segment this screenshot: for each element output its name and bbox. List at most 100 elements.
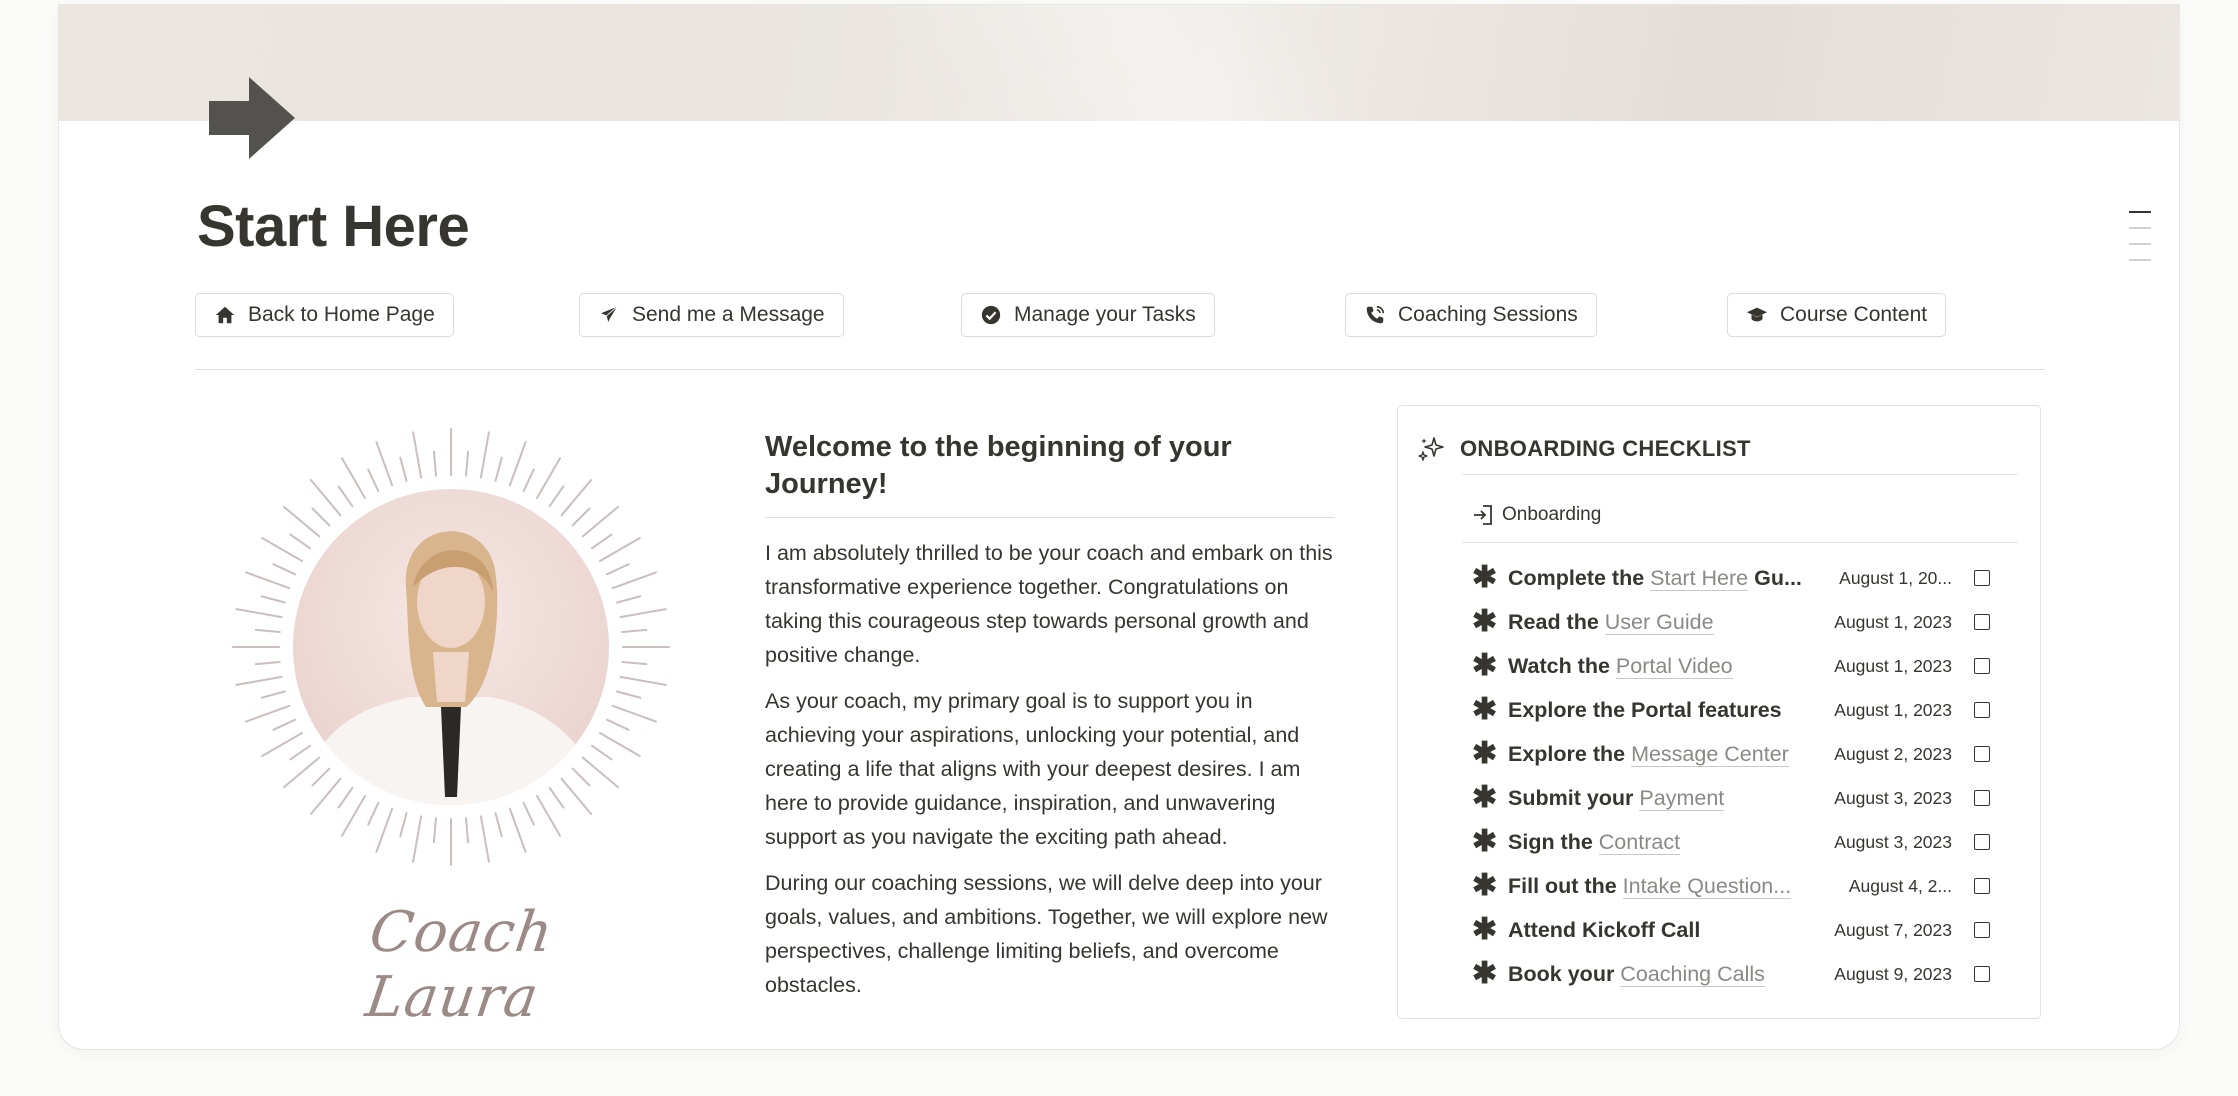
sunburst-ray bbox=[375, 441, 394, 487]
sunburst-ray bbox=[494, 812, 503, 838]
task-title[interactable]: Explore the Message Center bbox=[1508, 741, 1824, 767]
sunburst-ray bbox=[412, 431, 423, 479]
task-title[interactable]: Watch the Portal Video bbox=[1508, 653, 1824, 679]
sunburst-ray bbox=[399, 456, 408, 482]
cover-image[interactable] bbox=[59, 5, 2179, 121]
view-tab-onboarding[interactable]: Onboarding bbox=[1472, 504, 1601, 526]
sunburst-ray bbox=[432, 817, 437, 844]
home-icon bbox=[215, 306, 235, 324]
coach-signature: Coach Laura bbox=[361, 900, 558, 1030]
task-title[interactable]: Explore the Portal features bbox=[1508, 698, 1824, 723]
checklist-task-row[interactable]: ✱ Explore the Portal features August 1, 20… bbox=[1462, 688, 2022, 732]
task-page-link[interactable]: Start Here bbox=[1650, 565, 1749, 591]
checklist-task-row[interactable]: ✱ Explore the Message Center August 2, 202… bbox=[1462, 732, 2022, 776]
divider bbox=[1462, 542, 2018, 543]
right-arrow-icon[interactable] bbox=[209, 77, 295, 159]
welcome-section: Welcome to the beginning of your Journey… bbox=[765, 429, 1335, 1014]
sunburst-ray bbox=[399, 812, 408, 838]
task-checkbox[interactable] bbox=[1974, 614, 1990, 630]
task-title-text: Gu... bbox=[1748, 565, 1802, 590]
task-title-text: Submit your bbox=[1508, 785, 1640, 810]
task-page-link[interactable]: Intake Question... bbox=[1622, 873, 1792, 899]
task-page-link[interactable]: Payment bbox=[1639, 785, 1725, 811]
toc-line[interactable] bbox=[2129, 243, 2151, 245]
task-checkbox[interactable] bbox=[1974, 922, 1990, 938]
task-date: August 7, 2023 bbox=[1834, 919, 1952, 940]
task-title-text: Book your bbox=[1508, 961, 1621, 986]
checklist-task-row[interactable]: ✱ Sign the Contract August 3, 2023 bbox=[1462, 820, 2022, 864]
nav-button-row: Back to Home Page Send me a Message Mana… bbox=[59, 293, 2179, 341]
task-title[interactable]: Sign the Contract bbox=[1508, 829, 1824, 855]
divider bbox=[1462, 474, 2018, 475]
task-title[interactable]: Submit your Payment bbox=[1508, 785, 1824, 811]
sunburst-ray bbox=[619, 675, 667, 686]
asterisk-icon: ✱ bbox=[1472, 561, 1498, 594]
sunburst-ray bbox=[536, 457, 561, 499]
checklist-task-row[interactable]: ✱ Submit your Payment August 3, 2023 bbox=[1462, 776, 2022, 820]
task-title[interactable]: Fill out the Intake Question... bbox=[1508, 873, 1824, 899]
divider bbox=[765, 517, 1335, 518]
coaching-sessions-button[interactable]: Coaching Sessions bbox=[1345, 293, 1597, 337]
task-title[interactable]: Complete the Start Here Gu... bbox=[1508, 565, 1824, 591]
course-content-button[interactable]: Course Content bbox=[1727, 293, 1947, 337]
task-page-link[interactable]: Portal Video bbox=[1615, 653, 1733, 679]
view-label: Onboarding bbox=[1502, 504, 1602, 525]
task-title[interactable]: Read the User Guide bbox=[1508, 609, 1824, 635]
sunburst-ray bbox=[548, 485, 565, 508]
toc-line[interactable] bbox=[2129, 227, 2151, 229]
task-checkbox[interactable] bbox=[1974, 878, 1990, 894]
task-checkbox[interactable] bbox=[1974, 702, 1990, 718]
sunburst-ray bbox=[341, 457, 366, 499]
sunburst-ray bbox=[605, 563, 630, 576]
task-title[interactable]: Attend Kickoff Call bbox=[1508, 918, 1824, 943]
sunburst-ray bbox=[621, 661, 648, 666]
asterisk-icon: ✱ bbox=[1472, 781, 1498, 814]
checklist-task-row[interactable]: ✱ Watch the Portal Video August 1, 2023 bbox=[1462, 644, 2022, 688]
toc-line[interactable] bbox=[2129, 259, 2151, 261]
coach-portrait[interactable] bbox=[229, 425, 673, 869]
sunburst-ray bbox=[621, 628, 648, 633]
table-of-contents[interactable] bbox=[2129, 211, 2151, 275]
sunburst-ray bbox=[272, 718, 297, 731]
check-circle-icon bbox=[981, 305, 1001, 325]
sunburst-ray bbox=[311, 507, 331, 527]
sunburst-ray bbox=[548, 786, 565, 809]
task-page-link[interactable]: User Guide bbox=[1604, 609, 1714, 635]
welcome-heading: Welcome to the beginning of your Journey… bbox=[765, 431, 1232, 500]
task-checkbox[interactable] bbox=[1974, 834, 1990, 850]
divider bbox=[195, 369, 2045, 370]
task-checkbox[interactable] bbox=[1974, 966, 1990, 982]
checklist-task-row[interactable]: ✱ Book your Coaching Calls August 9, 2023 bbox=[1462, 952, 2022, 996]
send-message-button[interactable]: Send me a Message bbox=[579, 293, 844, 337]
checklist-task-row[interactable]: ✱ Complete the Start Here Gu... August 1, … bbox=[1462, 556, 2022, 600]
task-page-link[interactable]: Message Center bbox=[1631, 741, 1789, 767]
task-title-text: Explore the bbox=[1508, 741, 1632, 766]
task-checkbox[interactable] bbox=[1974, 570, 1990, 586]
sunburst-ray bbox=[619, 608, 667, 619]
manage-tasks-button[interactable]: Manage your Tasks bbox=[961, 293, 1215, 337]
phone-call-icon bbox=[1366, 305, 1385, 324]
sunburst-ray bbox=[235, 675, 283, 686]
task-date: August 3, 2023 bbox=[1834, 831, 1952, 852]
sunburst-ray bbox=[590, 744, 613, 761]
asterisk-icon: ✱ bbox=[1472, 737, 1498, 770]
task-checkbox[interactable] bbox=[1974, 658, 1990, 674]
paper-plane-icon bbox=[598, 304, 620, 325]
task-date: August 1, 2023 bbox=[1834, 611, 1952, 632]
task-checkbox[interactable] bbox=[1974, 746, 1990, 762]
sunburst-ray bbox=[479, 431, 490, 479]
task-title[interactable]: Book your Coaching Calls bbox=[1508, 961, 1824, 987]
back-to-home-button[interactable]: Back to Home Page bbox=[195, 293, 454, 337]
checklist-task-row[interactable]: ✱ Fill out the Intake Question... August 4… bbox=[1462, 864, 2022, 908]
checklist-task-row[interactable]: ✱ Attend Kickoff Call August 7, 2023 bbox=[1462, 908, 2022, 952]
welcome-paragraph: During our coaching sessions, we will de… bbox=[765, 871, 1328, 997]
welcome-paragraph: I am absolutely thrilled to be your coac… bbox=[765, 541, 1333, 667]
task-page-link[interactable]: Coaching Calls bbox=[1620, 961, 1765, 987]
checklist-task-row[interactable]: ✱ Read the User Guide August 1, 2023 bbox=[1462, 600, 2022, 644]
task-checkbox[interactable] bbox=[1974, 790, 1990, 806]
sunburst-ray bbox=[536, 795, 561, 837]
toc-line-active[interactable] bbox=[2129, 211, 2151, 213]
task-page-link[interactable]: Contract bbox=[1598, 829, 1681, 855]
sunburst-ray bbox=[508, 441, 527, 487]
sunburst-ray bbox=[261, 732, 303, 757]
